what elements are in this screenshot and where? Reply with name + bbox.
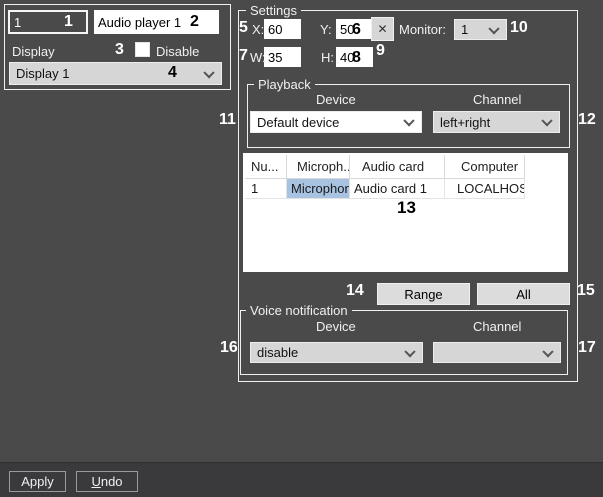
y-label: Y: (320, 22, 332, 37)
chevron-down-icon (404, 346, 415, 357)
annotation-14: 14 (346, 282, 364, 300)
monitor-select[interactable]: 1 (454, 19, 507, 40)
apply-button[interactable]: Apply (9, 471, 66, 492)
table-cell-microphone-selected[interactable]: Microphon.. (287, 179, 350, 199)
voice-device-select[interactable]: disable (250, 342, 423, 363)
w-input[interactable] (264, 47, 301, 67)
close-button[interactable]: ✕ (371, 17, 394, 41)
column-header-audio-card[interactable]: Audio card (350, 155, 445, 179)
table-cell-number[interactable]: 1 (245, 179, 287, 199)
table-cell-computer[interactable]: LOCALHOST (445, 179, 525, 199)
playback-group-title: Playback (254, 77, 315, 92)
display-label: Display (12, 44, 55, 59)
voice-device-label: Device (316, 319, 356, 334)
player-id-value: 1 (14, 15, 21, 30)
playback-channel-label: Channel (473, 92, 521, 107)
chevron-down-icon (542, 346, 553, 357)
undo-button[interactable]: Undo (76, 471, 138, 492)
annotation-13: 13 (397, 198, 416, 218)
column-header-number[interactable]: Nu... (245, 155, 287, 179)
annotation-16: 16 (220, 339, 238, 357)
annotation-1: 1 (64, 13, 73, 31)
x-label: X: (252, 22, 264, 37)
all-button[interactable]: All (477, 283, 570, 305)
player-name-input[interactable] (94, 10, 219, 34)
annotation-11: 11 (219, 111, 236, 129)
column-header-microphone[interactable]: Microph... (287, 155, 350, 179)
playback-channel-select[interactable]: left+right (433, 111, 560, 133)
annotation-17: 17 (578, 339, 596, 357)
microphone-table[interactable]: Nu... Microph... Audio card Computer 1 M… (243, 153, 568, 272)
voice-notification-group-title: Voice notification (246, 303, 352, 318)
player-id-field[interactable]: 1 (8, 10, 88, 34)
chevron-down-icon (203, 67, 214, 78)
range-button-label: Range (404, 287, 442, 302)
x-input[interactable] (264, 19, 301, 39)
playback-device-value: Default device (257, 115, 339, 130)
chevron-down-icon (541, 115, 552, 126)
annotation-5: 5 (239, 19, 248, 37)
table-cell-audio-card[interactable]: Audio card 1 (350, 179, 445, 199)
monitor-label: Monitor: (399, 22, 446, 37)
disable-checkbox[interactable] (135, 42, 150, 57)
playback-channel-value: left+right (440, 115, 490, 130)
monitor-select-value: 1 (461, 22, 468, 37)
playback-device-select[interactable]: Default device (250, 111, 422, 133)
close-icon: ✕ (377, 22, 387, 36)
display-select[interactable]: Display 1 (9, 62, 222, 85)
voice-device-value: disable (257, 345, 298, 360)
disable-label: Disable (156, 44, 199, 59)
settings-group-title: Settings (246, 3, 301, 18)
footer-bar: Apply Undo (0, 462, 603, 497)
chevron-down-icon (403, 115, 414, 126)
audio-player-settings-window: 1 1 2 Display 3 Disable Display 1 4 Sett… (0, 0, 603, 497)
range-button[interactable]: Range (377, 283, 470, 305)
annotation-4: 4 (168, 64, 177, 82)
annotation-10: 10 (510, 19, 528, 37)
annotation-2: 2 (190, 13, 199, 31)
annotation-15: 15 (577, 282, 595, 300)
apply-button-label: Apply (21, 474, 54, 489)
annotation-9: 9 (376, 42, 385, 60)
playback-device-label: Device (316, 92, 356, 107)
all-button-label: All (516, 287, 530, 302)
chevron-down-icon (488, 23, 499, 34)
h-label: H: (321, 50, 334, 65)
undo-button-label: Undo (91, 474, 122, 489)
annotation-12: 12 (578, 111, 596, 129)
column-header-computer[interactable]: Computer (445, 155, 525, 179)
annotation-7: 7 (239, 47, 248, 65)
annotation-6: 6 (352, 21, 361, 39)
voice-channel-label: Channel (473, 319, 521, 334)
annotation-8: 8 (352, 49, 361, 67)
annotation-3: 3 (115, 41, 124, 59)
display-select-value: Display 1 (16, 66, 69, 81)
voice-channel-select[interactable] (433, 342, 561, 363)
